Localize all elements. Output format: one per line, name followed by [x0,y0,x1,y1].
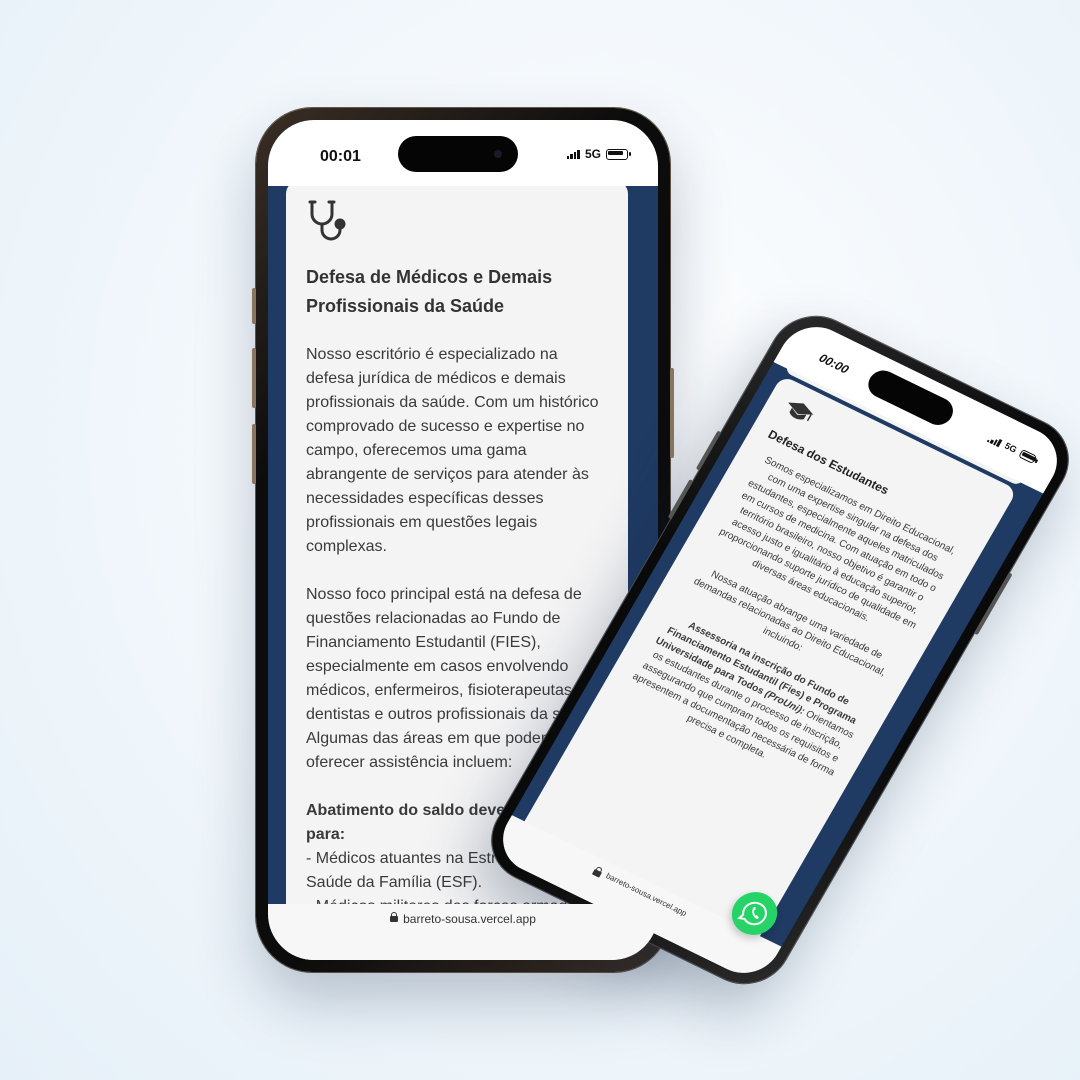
volume-down-button [252,424,256,484]
battery-icon [606,148,631,160]
card-title: Defesa de Médicos e Demais Profissionais… [306,267,553,316]
power-button [670,368,674,458]
status-time: 00:01 [320,148,361,165]
address-bar[interactable]: barreto-sousa.vercel.app [268,904,658,960]
status-bar: 00:01 5G [268,120,658,186]
whatsapp-icon [737,901,767,926]
volume-up-button [252,348,256,408]
battery-icon [1018,448,1038,464]
stethoscope-icon [308,200,346,241]
action-button [252,288,256,324]
lock-icon [390,912,399,922]
lock-icon [592,869,603,878]
url-text: barreto-sousa.vercel.app [403,912,536,926]
graduation-cap-icon [788,402,814,422]
signal-icon [986,433,1004,448]
dynamic-island [863,365,959,430]
network-label: 5G [1002,440,1019,455]
card-paragraph-1: Nosso escritório é especializado na defe… [306,346,599,555]
network-label: 5G [584,147,601,161]
status-indicators: 5G [986,433,1038,464]
signal-icon [566,149,580,159]
status-time: 00:00 [816,350,852,377]
status-indicators: 5G [566,147,631,161]
dynamic-island [398,136,518,172]
